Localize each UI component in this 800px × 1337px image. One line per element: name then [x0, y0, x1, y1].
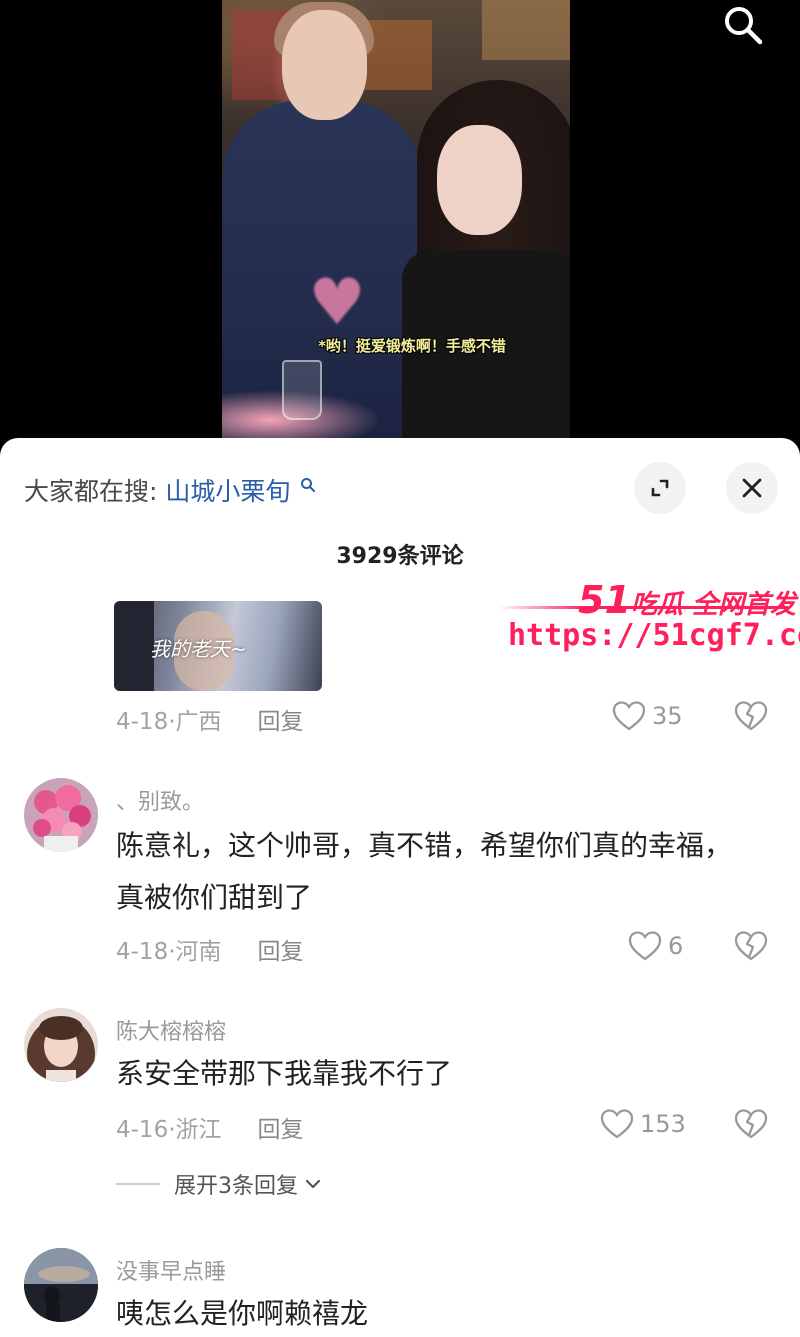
watermark-underline [498, 606, 788, 609]
dislike-button[interactable] [734, 1108, 768, 1142]
expand-icon [651, 479, 669, 497]
comment-username[interactable]: 、别致。 [116, 784, 204, 816]
hot-search-term[interactable]: 山城小栗旬 [165, 477, 290, 506]
heart-sticker-icon: ♥ [308, 266, 366, 340]
dislike-button[interactable] [734, 700, 768, 734]
avatar[interactable] [24, 1248, 98, 1322]
dislike-button[interactable] [734, 930, 768, 964]
broken-heart-icon [734, 931, 768, 961]
close-icon [742, 478, 762, 498]
comment-text: 咦怎么是你啊赖禧龙 [116, 1297, 369, 1330]
like-button[interactable]: 153 [600, 1108, 686, 1140]
comment-date-region: 4-18·河南 [116, 939, 222, 965]
like-count: 153 [640, 1110, 686, 1138]
divider-line [116, 1183, 160, 1185]
cup [282, 360, 322, 420]
video-player[interactable]: ♥ *哟！挺爱锻炼啊！手感不错 [0, 0, 800, 450]
like-count: 6 [668, 932, 684, 960]
hot-search[interactable]: 大家都在搜: 山城小栗旬 [24, 472, 316, 508]
background-light [482, 0, 570, 60]
reply-button[interactable]: 回复 [258, 1117, 304, 1143]
comment-date-region: 4-16·浙江 [116, 1117, 222, 1143]
watermark-slogan: 吃瓜 全网首发 [630, 590, 796, 620]
close-button[interactable] [726, 462, 778, 514]
watermark-title: 51吃瓜 全网首发 [578, 578, 796, 622]
gif-text: 我的老天~ [150, 637, 247, 661]
comments-sheet: 大家都在搜: 山城小栗旬 3929条评论 51吃瓜 全网首发 https://5… [0, 438, 800, 1337]
man-face [282, 10, 367, 120]
gif-shadow [114, 601, 154, 691]
expand-replies-label: 展开3条回复 [174, 1174, 298, 1199]
comment-username[interactable]: 没事早点睡 [116, 1254, 226, 1286]
broken-heart-icon [734, 1109, 768, 1139]
comment-count: 3929条评论 [336, 544, 464, 569]
woman-face [437, 125, 522, 235]
hot-search-prefix: 大家都在搜: [24, 477, 158, 506]
video-frame[interactable]: ♥ *哟！挺爱锻炼啊！手感不错 [222, 0, 570, 450]
reply-button[interactable]: 回复 [258, 939, 304, 965]
like-button[interactable]: 35 [612, 700, 683, 732]
fullscreen-button[interactable] [634, 462, 686, 514]
expand-replies-button[interactable]: 展开3条回复 [116, 1168, 322, 1200]
watermark: 51吃瓜 全网首发 https://51cgf7.com [498, 578, 800, 668]
like-count: 35 [652, 702, 683, 730]
comment-meta: 4-18·广西 回复 [116, 702, 304, 736]
heart-icon [628, 931, 662, 961]
video-caption: *哟！挺爱锻炼啊！手感不错 [318, 337, 506, 355]
chevron-down-icon [305, 1179, 321, 1189]
heart-icon [612, 701, 646, 731]
avatar[interactable] [24, 778, 98, 852]
avatar[interactable] [24, 1008, 98, 1082]
comment-username[interactable]: 陈大榕榕榕 [116, 1014, 226, 1046]
reply-button[interactable]: 回复 [258, 709, 304, 735]
comment-meta: 4-18·河南 回复 [116, 932, 304, 966]
broken-heart-icon [734, 701, 768, 731]
watermark-number: 51 [578, 578, 631, 622]
sheet-header: 大家都在搜: 山城小栗旬 3929条评论 [0, 438, 800, 569]
comment-text: 系安全带那下我靠我不行了 [116, 1057, 453, 1090]
search-icon [300, 472, 316, 501]
search-icon[interactable] [720, 2, 766, 48]
app-root: ♥ *哟！挺爱锻炼啊！手感不错 大家都在搜: 山城小栗旬 3929条评论 51吃… [0, 0, 800, 1337]
watermark-url: https://51cgf7.com [508, 618, 800, 653]
like-button[interactable]: 6 [628, 930, 683, 962]
comment-gif[interactable]: 我的老天~ [114, 601, 322, 691]
comment-date-region: 4-18·广西 [116, 709, 222, 735]
comment-meta: 4-16·浙江 回复 [116, 1110, 304, 1144]
comment-text: 陈意礼，这个帅哥，真不错，希望你们真的幸福，真被你们甜到了 [116, 829, 733, 914]
heart-icon [600, 1109, 634, 1139]
